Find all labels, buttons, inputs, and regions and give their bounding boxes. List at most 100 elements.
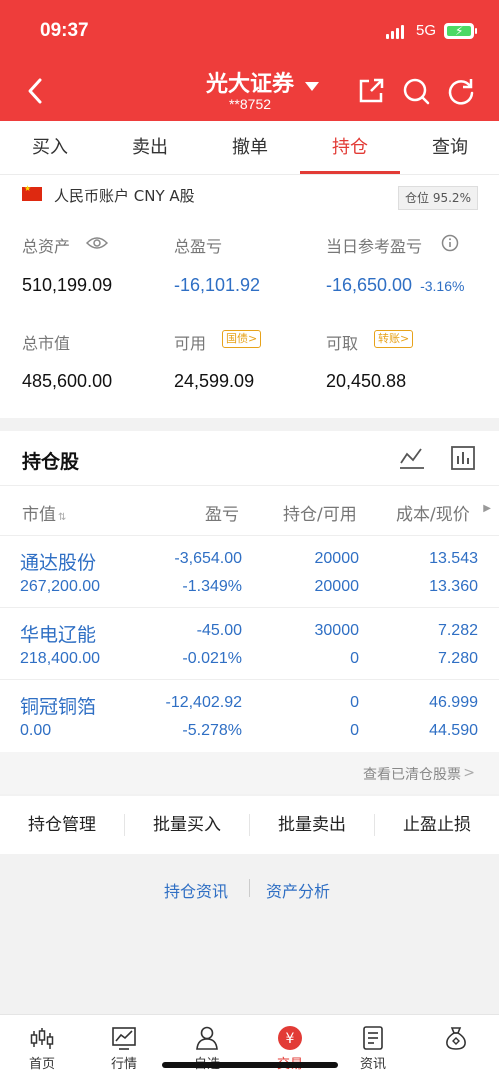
holdings-section: 持仓股 市值 ⇅ 盈亏 持仓/可用 成本/现价 ▶ 通达股份 267,200.00… [0, 431, 499, 752]
stock-market-value: 267,200.00 [20, 578, 101, 595]
total-assets-value: 510,199.09 [22, 275, 113, 295]
holdings-table-header: 市值 ⇅ 盈亏 持仓/可用 成本/现价 ▶ [0, 485, 499, 536]
tab-sell[interactable]: 卖出 [100, 121, 200, 175]
stock-market-value: 0.00 [20, 722, 52, 739]
stock-pl: -45.00 [196, 622, 242, 639]
status-bar: 09:37 5G ⚡ [0, 0, 499, 60]
header-market-value-label: 市值 [22, 505, 56, 525]
stock-cost: 7.282 [437, 622, 478, 639]
stock-pl: -3,654.00 [174, 550, 242, 567]
day-pl-label: 当日参考盈亏 [326, 237, 423, 256]
view-cleared-stocks[interactable]: 查看已清仓股票 > [0, 752, 499, 794]
analysis-links: 持仓资讯 资产分析 [0, 854, 499, 1014]
active-tab-indicator [300, 171, 400, 174]
total-pl-value: -16,101.92 [174, 275, 261, 295]
stock-name: 铜冠铜箔 [20, 696, 97, 718]
tab-query[interactable]: 查询 [400, 121, 499, 175]
treasury-bond-tag[interactable]: 国债> [222, 330, 262, 348]
home-indicator[interactable] [162, 1062, 338, 1068]
holdings-actions: 持仓管理 批量买入 批量卖出 止盈止损 [0, 796, 499, 854]
header-market-value[interactable]: 市值 ⇅ [22, 500, 66, 525]
holdings-news-link[interactable]: 持仓资讯 [164, 878, 228, 902]
stock-available: 20000 [314, 578, 360, 595]
stock-name: 通达股份 [20, 552, 97, 574]
total-pl-label: 总盈亏 [174, 237, 223, 256]
money-bag-icon [446, 1027, 466, 1050]
account-mask: **8752 [228, 96, 272, 112]
withdrawable-label: 可取 [326, 334, 359, 353]
nav-market-label: 行情 [110, 1057, 137, 1072]
nav-news-label: 资讯 [359, 1057, 386, 1072]
signal-icon [386, 25, 408, 39]
manage-holdings-button[interactable]: 持仓管理 [0, 796, 124, 854]
header-qty: 持仓/可用 [283, 505, 357, 525]
document-icon [363, 1026, 383, 1050]
back-arrow-icon[interactable] [22, 76, 52, 106]
trend-chart-icon[interactable] [399, 445, 425, 471]
holding-row[interactable]: 华电辽能 218,400.00 -45.00 -0.021% 30000 0 7… [0, 608, 499, 680]
market-value: 485,600.00 [22, 371, 113, 391]
asset-analysis-link[interactable]: 资产分析 [266, 878, 330, 902]
stock-qty: 20000 [314, 550, 360, 567]
app-header: 09:37 5G ⚡ 光大证券 **8752 [0, 0, 499, 121]
sort-icon: ⇅ [58, 512, 67, 523]
tab-cancel[interactable]: 撤单 [200, 121, 300, 175]
scroll-right-icon[interactable]: ▶ [483, 503, 491, 514]
share-icon[interactable] [356, 76, 386, 106]
battery-icon: ⚡ [444, 23, 477, 39]
china-flag-icon [22, 184, 42, 201]
tab-buy[interactable]: 买入 [0, 121, 100, 175]
day-pl-value: -16,650.00 -3.16% [326, 275, 464, 296]
holdings-title: 持仓股 [22, 451, 80, 473]
nav-trade[interactable]: ¥ 交易 [250, 1015, 330, 1080]
nav-watchlist[interactable]: 自选 [167, 1015, 247, 1080]
stock-qty: 30000 [314, 622, 360, 639]
status-time: 09:37 [40, 20, 89, 41]
trade-tabs: 买入 卖出 撤单 持仓 查询 [0, 121, 499, 175]
day-pl-percent: -3.16% [420, 278, 465, 294]
stock-pl-pct: -1.349% [182, 578, 242, 595]
stock-price: 44.590 [429, 722, 478, 739]
bar-chart-icon[interactable] [450, 445, 476, 471]
stock-cost: 13.543 [429, 550, 478, 567]
dropdown-triangle-icon[interactable] [305, 82, 319, 92]
available-label: 可用 [174, 334, 207, 353]
nav-news[interactable]: 资讯 [333, 1015, 413, 1080]
batch-sell-button[interactable]: 批量卖出 [250, 796, 374, 854]
holding-row[interactable]: 铜冠铜箔 0.00 -12,402.92 -5.278% 0 0 46.999 … [0, 680, 499, 752]
holding-row[interactable]: 通达股份 267,200.00 -3,654.00 -1.349% 20000 … [0, 536, 499, 608]
stock-available: 0 [350, 722, 359, 739]
day-pl-amount: -16,650.00 [326, 275, 413, 295]
info-icon[interactable] [441, 234, 459, 252]
stock-available: 0 [350, 650, 359, 667]
stock-pl-pct: -5.278% [182, 722, 242, 739]
position-ratio-badge: 仓位 95.2% [398, 186, 478, 210]
account-name: 人民币账户 CNY A股 [54, 187, 195, 205]
nav-home[interactable]: 首页 [2, 1015, 82, 1080]
stock-price: 13.360 [429, 578, 478, 595]
chevron-right-icon: > [463, 765, 475, 781]
account-summary: 人民币账户 CNY A股 仓位 95.2% 总资产 510,199.09 总盈亏… [0, 175, 499, 418]
header-pl: 盈亏 [205, 505, 239, 525]
stock-qty: 0 [350, 694, 359, 711]
stock-pl-pct: -0.021% [182, 650, 242, 667]
candlestick-icon [30, 1028, 54, 1049]
stock-pl: -12,402.92 [165, 694, 242, 711]
refresh-icon[interactable] [446, 76, 476, 106]
tab-holdings[interactable]: 持仓 [300, 121, 400, 175]
transfer-tag[interactable]: 转账> [374, 330, 414, 348]
broker-title[interactable]: 光大证券 [150, 66, 350, 98]
stock-price: 7.280 [437, 650, 478, 667]
network-type: 5G [416, 22, 437, 39]
nav-home-label: 首页 [28, 1057, 55, 1072]
nav-market[interactable]: 行情 [84, 1015, 164, 1080]
batch-buy-button[interactable]: 批量买入 [125, 796, 249, 854]
total-assets-label: 总资产 [22, 237, 71, 256]
nav-wealth[interactable] [416, 1015, 496, 1080]
header-cost: 成本/现价 [396, 505, 470, 525]
take-profit-stop-loss-button[interactable]: 止盈止损 [375, 796, 499, 854]
eye-icon[interactable] [86, 235, 108, 251]
search-icon[interactable] [401, 76, 431, 106]
svg-text:¥: ¥ [286, 1031, 295, 1047]
market-value-label: 总市值 [22, 334, 71, 353]
